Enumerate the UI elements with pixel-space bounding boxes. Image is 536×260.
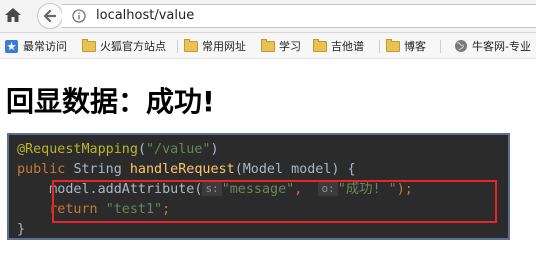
bookmark-star-icon [5,39,18,53]
bookmark-separator [177,40,178,53]
address-bar[interactable]: localhost/value [62,4,536,28]
bookmark-firefox-sites[interactable]: 火狐官方站点 [82,37,166,55]
bookmark-blog[interactable]: 博客 [386,37,426,55]
bookmark-study[interactable]: 学习 [261,37,301,55]
bookmark-label: 火狐官方站点 [100,40,166,53]
folder-icon [184,38,198,52]
bookmark-label: 常用网址 [202,40,246,53]
bookmarks-bar: 最常访问 火狐官方站点 常用网址 学习 吉他谱 博客 牛客网-专业 [0,33,536,59]
folder-icon [386,38,400,52]
bookmark-label: 学习 [279,40,301,53]
code-block: @RequestMapping("/value") public String … [7,133,510,240]
highlight-box [52,180,497,223]
code-method-name: handleRequest [129,162,235,177]
code-line-5: } [17,220,25,240]
bookmark-most-visited[interactable]: 最常访问 [4,37,67,55]
globe-icon [455,40,467,52]
browser-toolbar: localhost/value [0,0,536,33]
folder-icon [261,38,275,52]
folder-icon [82,38,96,52]
url-host: localhost [96,8,155,23]
bookmark-guitar-tabs[interactable]: 吉他谱 [313,37,364,55]
code-params: (Model model) { [234,162,356,177]
info-icon[interactable] [72,9,86,23]
code-brace: } [17,222,26,237]
code-punct: ) [210,142,219,157]
code-annotation: @RequestMapping [17,142,138,157]
bookmark-label: 博客 [404,40,426,53]
url-text: localhost/value [96,8,194,23]
back-arrow-icon [43,9,57,23]
bookmark-common-sites[interactable]: 常用网址 [184,37,246,55]
code-punct: ( [137,142,146,157]
bookmark-nowcoder[interactable]: 牛客网-专业 [454,37,531,55]
code-string: "/value" [146,142,211,157]
code-line-1: @RequestMapping("/value") [17,140,219,160]
bookmark-separator [440,40,441,53]
url-path: /value [154,8,195,23]
bookmark-label: 牛客网-专业 [472,40,531,53]
bookmark-separator [379,40,380,53]
page-heading: 回显数据：成功! [6,85,215,118]
bookmark-label: 最常访问 [23,40,67,53]
code-keyword: public [17,162,66,177]
code-line-2: public String handleRequest(Model model)… [17,160,356,180]
folder-icon [313,38,327,52]
bookmark-label: 吉他谱 [331,40,364,53]
code-type: String [73,162,122,177]
home-icon[interactable] [4,6,24,26]
back-button[interactable] [37,3,63,29]
